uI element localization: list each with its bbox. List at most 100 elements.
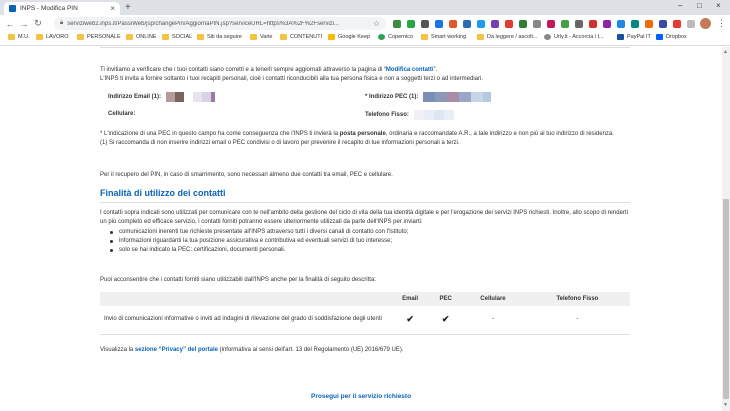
masked-block [443, 110, 454, 120]
proceed-link[interactable]: Prosegui per il servizio richiesto [311, 392, 411, 402]
extension-icon[interactable] [477, 20, 485, 28]
email-field: Indirizzo Email (1): [108, 92, 216, 102]
dropbox-icon [656, 34, 663, 40]
masked-block [447, 92, 460, 102]
checkmark-icon[interactable]: ✔ [442, 314, 450, 324]
masked-block [166, 92, 176, 102]
extension-icon[interactable] [519, 20, 527, 28]
extension-icon[interactable] [575, 20, 583, 28]
new-tab-button[interactable]: + [125, 2, 131, 13]
consent-telefono-cell: - [524, 306, 630, 335]
consent-email-cell[interactable]: ✔ [390, 306, 431, 335]
address-bar[interactable]: 🔒︎ serviziweb2.inps.it/PassiWeb/jsp/chan… [54, 17, 386, 30]
extension-icon[interactable] [547, 20, 555, 28]
scroll-up-icon[interactable]: ▲ [723, 49, 728, 55]
bookmark-dropbox[interactable]: Dropbox [656, 34, 687, 40]
maximize-icon[interactable]: □ [697, 1, 702, 10]
bookmark-star-icon[interactable]: ☆ [373, 19, 380, 28]
table-header [100, 292, 390, 306]
cellulare-label: Cellulare: [108, 111, 136, 117]
verify-contacts-text: Ti invitiamo a verificare che i tuoi con… [100, 67, 484, 82]
bookmark-contenuti[interactable]: CONTENUTI [280, 34, 322, 40]
bookmark-paypal[interactable]: PayPal IT [617, 34, 651, 40]
bookmarks-bar: M.U. LAVORO PERSONALE ONLINE SOCIAL Siti… [0, 32, 730, 46]
extension-icon[interactable] [449, 20, 457, 28]
extension-icon[interactable] [603, 20, 611, 28]
extension-icon[interactable] [589, 20, 597, 28]
urly-icon [544, 34, 551, 40]
extension-icon[interactable] [491, 20, 499, 28]
bookmark-varie[interactable]: Varie [250, 34, 272, 40]
bookmark-smart-working[interactable]: Smart working [421, 34, 466, 40]
purpose-intro: I contatti sopra indicati sono utilizzat… [100, 210, 628, 225]
extension-icon[interactable] [421, 20, 429, 28]
telefono-fisso-field: Telefono Fisso: [365, 110, 454, 120]
extension-icon[interactable] [687, 20, 695, 28]
list-item: solo se hai indicato la PEC: certificazi… [108, 246, 628, 255]
privacy-link[interactable]: sezione “Privacy” del portale [135, 347, 218, 353]
extension-icon[interactable] [631, 20, 639, 28]
consent-cellulare-cell: - [461, 306, 525, 335]
masked-block [459, 92, 472, 102]
bookmark-google-keep[interactable]: Google Keep [328, 34, 370, 40]
divider [100, 202, 630, 203]
bookmark-copernico[interactable]: Copernico [378, 34, 413, 40]
lock-icon: 🔒︎ [60, 20, 64, 26]
consent-table: Email PEC Cellulare Telefono Fisso Invio… [100, 292, 630, 335]
extension-icon[interactable] [617, 20, 625, 28]
bookmark-mu[interactable]: M.U. [8, 34, 30, 40]
scroll-thumb[interactable] [723, 199, 729, 399]
folder-icon [197, 34, 204, 40]
extension-icon[interactable] [435, 20, 443, 28]
extension-icon[interactable] [645, 20, 653, 28]
table-header-email: Email [390, 292, 431, 306]
table-header-row: Email PEC Cellulare Telefono Fisso [100, 292, 630, 306]
masked-block [175, 92, 185, 102]
extension-icon[interactable] [673, 20, 681, 28]
extension-icon[interactable] [505, 20, 513, 28]
reload-icon[interactable]: ↻ [31, 18, 45, 29]
checkmark-icon[interactable]: ✔ [406, 314, 414, 324]
purpose-heading: Finalità di utilizzo dei contatti [100, 188, 226, 198]
bookmark-da-leggere[interactable]: Da leggere / ascolt... [477, 34, 537, 40]
consent-description: Invio di comunicazioni informative o inv… [100, 306, 390, 335]
cellulare-field: Cellulare: [108, 110, 135, 119]
forward-icon[interactable]: → [17, 19, 31, 29]
paypal-icon [617, 34, 624, 40]
telefono-fisso-label: Telefono Fisso: [365, 111, 409, 118]
consent-pec-cell[interactable]: ✔ [430, 306, 462, 335]
masked-phone-value [413, 110, 454, 120]
masked-block [483, 92, 492, 102]
bookmark-lavoro[interactable]: LAVORO [36, 34, 69, 40]
folder-icon [162, 34, 169, 40]
bookmark-siti-da-seguire[interactable]: Siti da seguire [197, 34, 242, 40]
folder-icon [250, 34, 257, 40]
extension-icon[interactable] [533, 20, 541, 28]
tab-inps[interactable]: INPS - Modifica PIN × [4, 2, 120, 15]
bookmark-personale[interactable]: PERSONALE [77, 34, 121, 40]
extension-icon[interactable] [393, 20, 401, 28]
page-scrollbar[interactable]: ▲ ▼ [722, 47, 730, 411]
minimize-icon[interactable]: – [678, 1, 682, 10]
privacy-note: Visualizza la sezione “Privacy” del port… [100, 347, 404, 353]
modifica-contatti-link[interactable]: Modifica contatti [386, 67, 434, 73]
purpose-list: comunicazioni inerenti tue richieste pre… [108, 228, 628, 255]
folder-icon [36, 34, 43, 40]
masked-block [435, 92, 448, 102]
close-window-icon[interactable]: × [716, 1, 721, 10]
pin-recovery-note: Per il recupero del PIN, in caso di smar… [100, 172, 393, 178]
scroll-down-icon[interactable]: ▼ [723, 402, 728, 408]
email-label: Indirizzo Email (1): [108, 93, 162, 100]
browser-menu-icon[interactable]: ⋮ [717, 18, 726, 29]
bookmark-online[interactable]: ONLINE [126, 34, 156, 40]
masked-block [202, 92, 212, 102]
profile-avatar[interactable] [700, 18, 711, 29]
extension-icon[interactable] [463, 20, 471, 28]
extension-icon[interactable] [407, 20, 415, 28]
back-icon[interactable]: ← [3, 19, 17, 29]
tab-close-icon[interactable]: × [110, 4, 115, 13]
bookmark-social[interactable]: SOCIAL [162, 34, 192, 40]
extension-icon[interactable] [659, 20, 667, 28]
extension-icon[interactable] [561, 20, 569, 28]
bookmark-urly[interactable]: Urly.it - Accorcia i t... [544, 34, 604, 40]
